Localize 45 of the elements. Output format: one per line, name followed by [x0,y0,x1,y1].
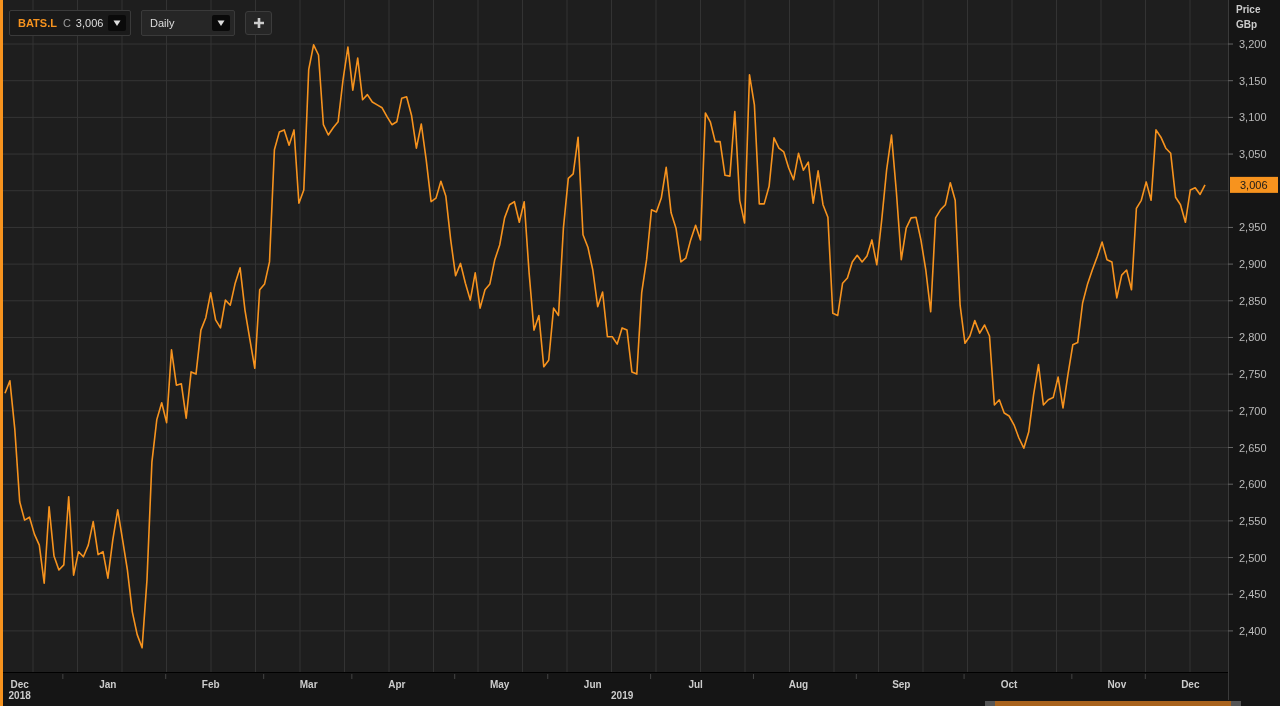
axis-unit: GBp [1236,19,1258,30]
y-axis-label: 3,050 [1239,148,1267,161]
instrument-symbol: BATS.L [18,17,57,29]
x-axis-label: May [489,679,510,690]
scrollbar-thumb[interactable] [985,701,1241,706]
dropdown-caret-icon[interactable] [212,15,230,31]
y-axis-label: 2,750 [1239,368,1267,381]
interval-value: Daily [150,17,176,29]
y-axis-label: 2,400 [1239,624,1267,637]
y-axis-label: 2,700 [1239,404,1267,417]
axis-title: Price [1236,4,1261,15]
y-axis-label: 2,900 [1239,258,1267,271]
x-axis-label: Sep [892,679,911,690]
x-axis-label: Aug [788,679,809,690]
x-axis-label: Feb [201,679,220,690]
add-button[interactable] [245,11,272,35]
year-label: 2018 [8,690,31,700]
x-axis-label: Oct [1000,679,1018,690]
x-axis-label: Apr [388,679,406,690]
y-axis-label: 2,450 [1239,588,1267,601]
y-axis-label: 2,950 [1239,221,1267,234]
x-axis-label: Jan [99,679,117,690]
x-axis-label: Jun [583,679,602,690]
scrollbar[interactable] [3,700,1280,706]
y-axis-label: 2,850 [1239,294,1267,307]
price-value: 3,006 [75,17,104,29]
x-axis-label: Dec [1181,679,1200,690]
price-field-label: C [62,17,71,29]
y-axis-label: 2,600 [1239,478,1267,491]
dropdown-caret-icon[interactable] [108,15,127,31]
x-axis-label: Mar [299,679,318,690]
year-label: 2019 [611,690,634,700]
y-axis-label: 2,500 [1239,551,1267,564]
x-axis-label: Jul [688,679,703,690]
x-axis-label: Dec [10,679,29,690]
instrument-dropdown[interactable]: BATS.L C 3,006 [9,10,131,36]
y-axis-label: 3,100 [1239,111,1267,124]
interval-dropdown[interactable]: Daily [141,10,235,36]
y-axis-label: 3,200 [1239,38,1267,50]
y-axis-label: 2,550 [1239,514,1267,527]
plus-icon [252,17,265,29]
y-axis-label: 3,150 [1239,74,1267,87]
y-axis-label: 2,800 [1239,331,1267,344]
x-axis-label: Nov [1107,679,1127,690]
y-axis-label: 2,650 [1239,441,1267,454]
